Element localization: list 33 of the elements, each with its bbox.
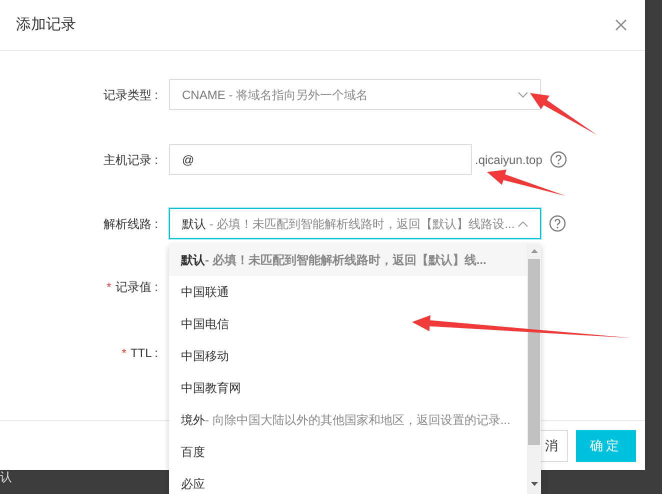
dialog-title: 添加记录 xyxy=(16,14,76,35)
close-icon[interactable] xyxy=(615,19,627,31)
scroll-down-icon[interactable] xyxy=(530,482,538,486)
dropdown-option[interactable]: 中国教育网 xyxy=(169,372,527,404)
dropdown-option[interactable]: 默认- 必填！未匹配到智能解析线路时，返回【默认】线... xyxy=(169,244,527,276)
field-label: 解析线路 : xyxy=(103,216,158,232)
required-mark: * xyxy=(106,278,112,296)
required-mark: * xyxy=(122,344,126,362)
domain-suffix: .qicaiyun.top xyxy=(475,152,542,168)
select-value: 默认 - 必填！未匹配到智能解析线路时，返回【默认】线路设... xyxy=(182,216,516,232)
dropdown-option[interactable]: 中国移动 xyxy=(169,340,527,372)
dropdown-option[interactable]: 中国联通 xyxy=(169,276,527,308)
dropdown-option[interactable]: 境外- 向除中国大陆以外的其他国家和地区，返回设置的记录... xyxy=(169,404,527,436)
field-label: 记录类型 : xyxy=(103,86,158,104)
scroll-up-icon[interactable] xyxy=(530,249,538,253)
background-text: 认 xyxy=(0,469,12,486)
field-label: TTL : xyxy=(130,344,158,362)
select-field[interactable]: 默认 - 必填！未匹配到智能解析线路时，返回【默认】线路设... xyxy=(169,208,541,239)
help-icon[interactable] xyxy=(550,151,568,168)
dropdown-option[interactable]: 百度 xyxy=(169,436,527,468)
select-value: CNAME - 将域名指向另外一个域名 xyxy=(182,86,370,104)
caret-down-icon xyxy=(518,92,528,98)
scrollbar-thumb[interactable] xyxy=(528,259,540,445)
help-icon[interactable] xyxy=(549,215,566,232)
scrollbar[interactable] xyxy=(527,244,541,494)
field-label: 主机记录 : xyxy=(103,152,158,168)
input-field[interactable]: @ xyxy=(169,144,472,175)
annotation-arrow xyxy=(530,93,597,135)
field-label: 记录值 : xyxy=(115,278,158,296)
caret-up-icon xyxy=(518,220,528,226)
dropdown-option[interactable]: 中国电信 xyxy=(169,308,527,340)
dropdown-option[interactable]: 必应 xyxy=(169,468,527,494)
select-field[interactable]: CNAME - 将域名指向另外一个域名 xyxy=(169,79,541,110)
